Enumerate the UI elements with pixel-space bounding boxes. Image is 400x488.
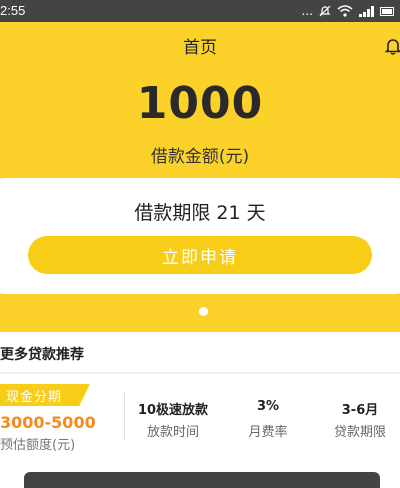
loan-amount: 1000 (136, 78, 264, 129)
product-tag: 现金分期 (0, 384, 90, 406)
page-title: 首页 (183, 38, 217, 58)
stat-rate-value: 3% (256, 399, 280, 414)
wifi-icon (337, 5, 353, 17)
mute-icon (319, 5, 331, 17)
section-title: 更多贷款推荐 (0, 347, 84, 363)
battery-icon (380, 6, 394, 16)
stat-speed-value: 10极速放款 (137, 403, 209, 418)
apply-button[interactable]: 立即申请 (28, 236, 372, 274)
bell-icon[interactable] (384, 37, 400, 55)
divider (124, 392, 125, 440)
stat-rate-label: 月费率 (248, 425, 288, 440)
product-range: 3000-5000 (0, 413, 96, 432)
bottom-button[interactable] (24, 472, 380, 488)
recommend-section: 更多贷款推荐 (0, 332, 400, 372)
loan-term: 借款期限 21 天 (134, 202, 266, 224)
stat-term-label: 贷款期限 (333, 425, 386, 440)
carousel-indicator[interactable] (199, 307, 208, 316)
signal-icon (359, 5, 374, 17)
product-range-label: 预估额度(元) (0, 438, 76, 453)
status-bar: 2:55 ... (0, 0, 400, 22)
stat-speed-label: 放款时间 (146, 425, 199, 440)
stat-term-value: 3-6月 (341, 403, 379, 418)
status-dots: ... (301, 4, 313, 18)
loan-amount-label: 借款金额(元) (150, 147, 250, 167)
status-time: 2:55 (0, 3, 26, 18)
status-icons: ... (302, 4, 394, 18)
